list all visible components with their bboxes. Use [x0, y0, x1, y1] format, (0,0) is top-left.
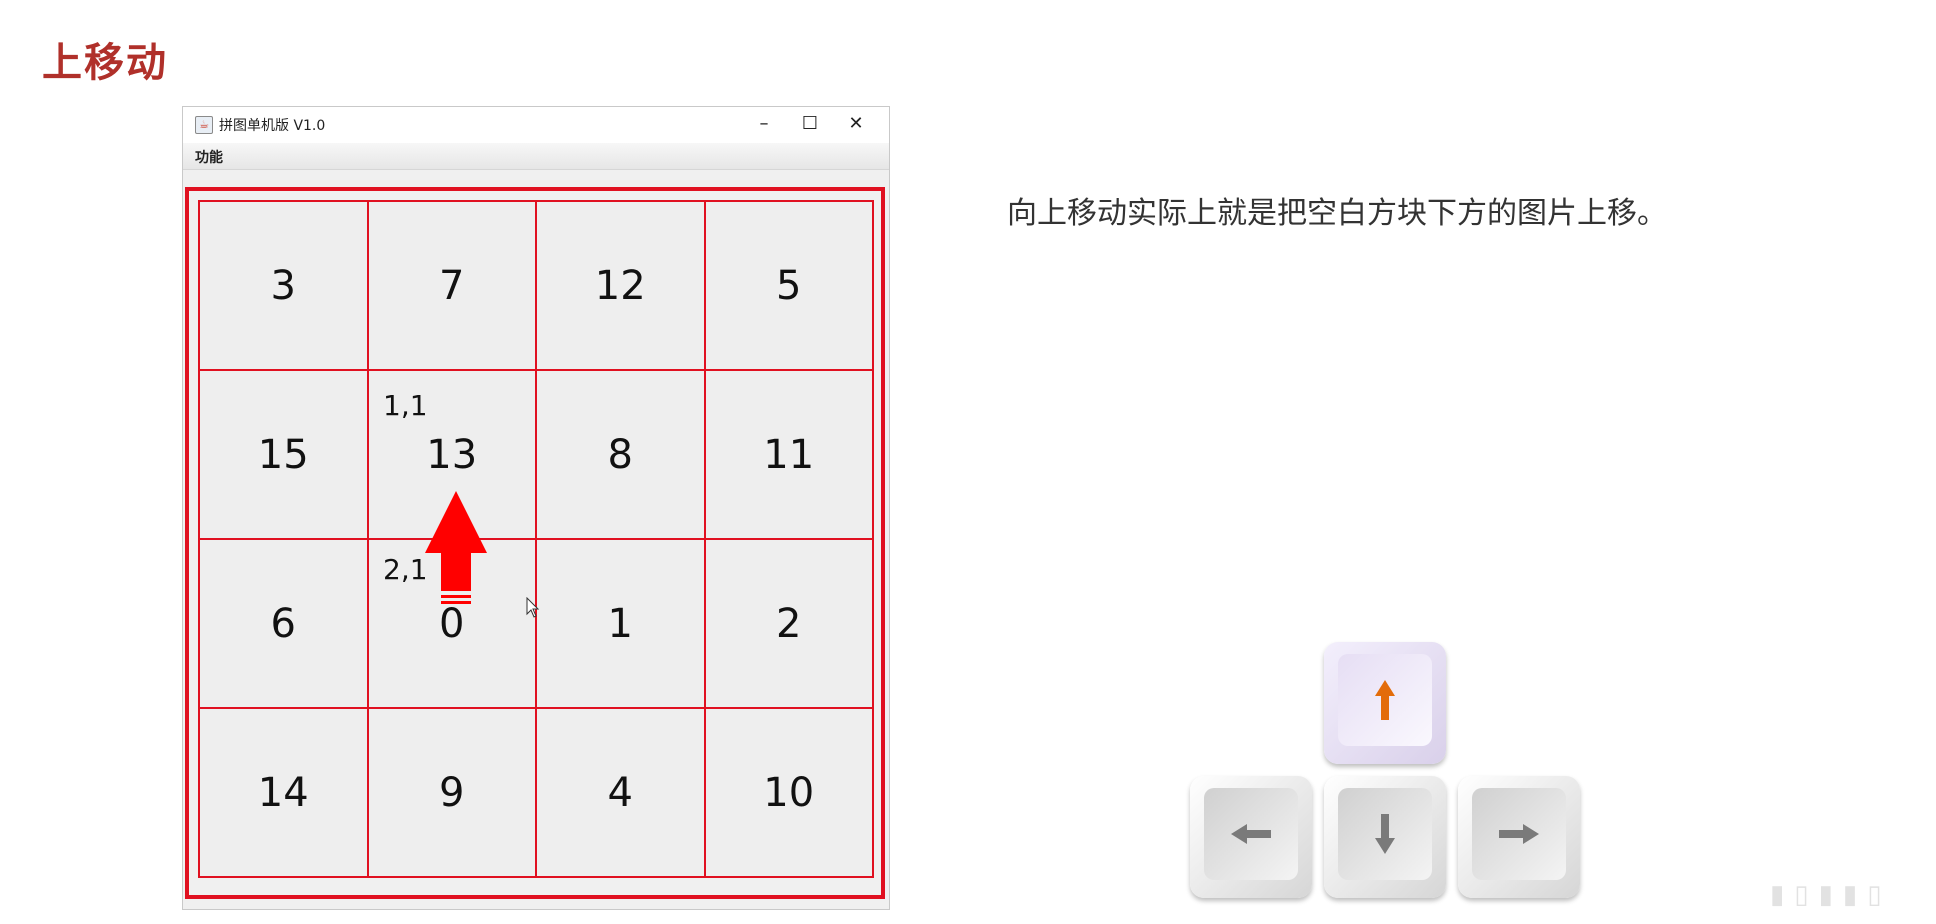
- puzzle-board-frame: 3 7 12 5 15 13 8 11 6 0 1 2 14 9 4 10: [185, 187, 885, 899]
- tile[interactable]: 7: [366, 200, 537, 371]
- coordinate-label-upper: 1,1: [383, 389, 428, 422]
- mouse-cursor-icon: [526, 597, 540, 618]
- java-app-icon: ☕: [195, 116, 213, 134]
- red-up-arrow-icon: [425, 491, 487, 604]
- tile[interactable]: 9: [366, 707, 537, 878]
- left-arrow-key[interactable]: [1190, 776, 1312, 898]
- down-arrow-key[interactable]: [1324, 776, 1446, 898]
- arrow-down-icon: [1375, 814, 1395, 854]
- arrow-left-icon: [1231, 824, 1271, 844]
- tile[interactable]: 12: [535, 200, 706, 371]
- watermark-logo-icon: ▮▯▮▮▯: [1770, 880, 1892, 910]
- tile[interactable]: 5: [703, 200, 874, 371]
- tile[interactable]: 15: [198, 369, 369, 540]
- puzzle-window: ☕ 拼图单机版 V1.0 – ☐ ✕ 功能 3 7 12 5 15 13 8 1…: [182, 106, 890, 910]
- minimize-button[interactable]: –: [741, 109, 787, 139]
- menu-bar: 功能: [183, 143, 889, 170]
- menu-function[interactable]: 功能: [195, 147, 223, 167]
- tile[interactable]: 3: [198, 200, 369, 371]
- right-arrow-key[interactable]: [1458, 776, 1580, 898]
- window-title: 拼图单机版 V1.0: [219, 118, 326, 134]
- arrow-right-icon: [1499, 824, 1539, 844]
- arrow-up-icon: [1375, 680, 1395, 720]
- coordinate-label-lower: 2,1: [383, 553, 428, 586]
- puzzle-board: 3 7 12 5 15 13 8 11 6 0 1 2 14 9 4 10: [198, 200, 874, 878]
- slide-title: 上移动: [42, 40, 168, 86]
- tile[interactable]: 2: [703, 538, 874, 709]
- tile[interactable]: 1: [535, 538, 706, 709]
- tile[interactable]: 10: [703, 707, 874, 878]
- tile[interactable]: 6: [198, 538, 369, 709]
- tile[interactable]: 11: [703, 369, 874, 540]
- window-titlebar[interactable]: ☕ 拼图单机版 V1.0 – ☐ ✕: [183, 107, 889, 143]
- slide-caption: 向上移动实际上就是把空白方块下方的图片上移。: [1007, 196, 1667, 231]
- up-arrow-key[interactable]: [1324, 642, 1446, 764]
- tile[interactable]: 4: [535, 707, 706, 878]
- close-button[interactable]: ✕: [833, 109, 879, 139]
- maximize-button[interactable]: ☐: [787, 109, 833, 139]
- tile[interactable]: 14: [198, 707, 369, 878]
- tile[interactable]: 8: [535, 369, 706, 540]
